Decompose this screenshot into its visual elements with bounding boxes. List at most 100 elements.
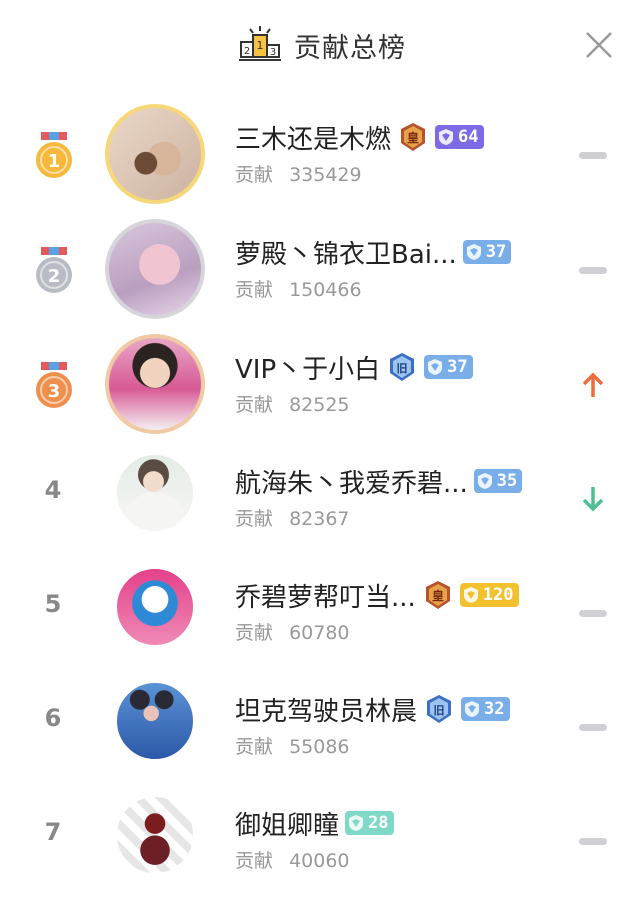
ranking-row[interactable]: 3 VIP丶于小白 旧 37 贡献 82525 (0, 322, 640, 436)
avatar[interactable] (113, 565, 197, 649)
user-name[interactable]: 航海朱丶我爱乔碧... (235, 463, 468, 500)
user-name[interactable]: 坦克驾驶员林晨 (235, 691, 417, 728)
fan-badge-icon: 旧 (390, 353, 415, 381)
rank-number: 7 (44, 818, 62, 846)
crown-icon: 皇 (401, 123, 426, 151)
contribution-label: 贡献 (235, 394, 274, 416)
user-name-line: 萝殿丶锦衣卫Bai... 37 (235, 234, 512, 271)
level-value: 32 (484, 699, 505, 719)
svg-text:皇: 皇 (432, 588, 444, 603)
contribution-label: 贡献 (235, 508, 274, 530)
level-badge: 28 (345, 811, 394, 835)
user-name-line: 航海朱丶我爱乔碧... 35 (235, 463, 523, 500)
svg-text:皇: 皇 (407, 130, 419, 145)
rank-number: 6 (44, 704, 62, 732)
user-name-line: 三木还是木燃 皇 64 (235, 119, 484, 156)
ranking-row[interactable]: 5 乔碧萝帮叮当... 皇 120 贡献 60780 (0, 550, 640, 664)
level-value: 28 (368, 813, 389, 833)
ranking-list: 1 三木还是木燃 皇 64 贡献 335429 2 萝殿丶锦衣卫Bai... 3… (0, 92, 640, 892)
fan-badge-text: 旧 (434, 704, 445, 717)
contribution-label: 贡献 (235, 622, 274, 644)
podium-icon: 2 1 3 (239, 26, 281, 61)
level-value: 37 (485, 242, 507, 262)
crown-icon: 皇 (425, 581, 450, 609)
contribution-label: 贡献 (235, 850, 274, 872)
shield-icon (477, 473, 492, 489)
rank-number: 3 (48, 381, 61, 402)
dash-icon (579, 610, 607, 617)
contribution-value: 82367 (289, 508, 350, 530)
medal-icon: 2 (36, 247, 72, 293)
contribution-label: 贡献 (235, 279, 274, 301)
level-badge: 32 (461, 697, 510, 721)
contribution: 贡献 150466 (235, 275, 362, 302)
shield-icon (465, 701, 480, 717)
shield-icon (349, 815, 364, 831)
contribution: 贡献 82525 (235, 390, 350, 417)
contribution-value: 82525 (289, 394, 350, 416)
contribution-value: 60780 (289, 622, 350, 644)
ranking-row[interactable]: 7 御姐卿瞳 28 贡献 40060 (0, 778, 640, 892)
level-value: 35 (496, 471, 518, 491)
level-badge: 120 (459, 583, 519, 607)
level-badge: 64 (435, 125, 484, 149)
medal-icon: 3 (36, 362, 72, 408)
user-name[interactable]: 乔碧萝帮叮当... (235, 577, 416, 614)
rank-number: 5 (44, 590, 62, 618)
rank-number: 1 (48, 151, 61, 172)
close-icon[interactable] (582, 28, 616, 62)
arrow-down-icon (582, 487, 604, 512)
shield-icon (463, 587, 478, 603)
medal-icon: 1 (36, 132, 72, 178)
level-value: 120 (482, 585, 514, 605)
fan-badge-text: 旧 (397, 362, 408, 375)
shield-icon (466, 244, 481, 260)
level-badge: 37 (424, 355, 473, 379)
user-name-line: 乔碧萝帮叮当... 皇 120 (235, 577, 519, 614)
contribution-label: 贡献 (235, 164, 274, 186)
ranking-row[interactable]: 6 坦克驾驶员林晨 旧 32 贡献 55086 (0, 664, 640, 778)
contribution: 贡献 40060 (235, 846, 350, 873)
rank-number: 4 (44, 476, 62, 504)
dash-icon (579, 152, 607, 159)
contribution: 贡献 55086 (235, 732, 350, 759)
ranking-row[interactable]: 1 三木还是木燃 皇 64 贡献 335429 (0, 92, 640, 207)
contribution-value: 335429 (289, 164, 362, 186)
ranking-row[interactable]: 4 航海朱丶我爱乔碧... 35 贡献 82367 (0, 436, 640, 550)
contribution-label: 贡献 (235, 736, 274, 758)
contribution: 贡献 60780 (235, 618, 350, 645)
fan-badge-icon: 旧 (427, 695, 452, 723)
user-name-line: 御姐卿瞳 28 (235, 805, 394, 842)
user-name[interactable]: 三木还是木燃 (235, 119, 391, 156)
user-name[interactable]: 御姐卿瞳 (235, 805, 339, 842)
shield-icon (428, 359, 443, 375)
avatar[interactable] (113, 679, 197, 763)
header: 2 1 3 贡献总榜 (0, 0, 640, 92)
contribution-value: 55086 (289, 736, 350, 758)
avatar[interactable] (105, 334, 205, 434)
user-name[interactable]: 萝殿丶锦衣卫Bai... (235, 234, 457, 271)
level-badge: 35 (473, 469, 523, 493)
level-badge: 37 (462, 240, 512, 264)
dash-icon (579, 267, 607, 274)
contribution-value: 40060 (289, 850, 350, 872)
avatar[interactable] (113, 793, 197, 877)
podium-digit-1: 1 (257, 39, 264, 52)
user-name[interactable]: VIP丶于小白 (235, 349, 380, 386)
dash-icon (579, 838, 607, 845)
level-value: 64 (458, 127, 479, 147)
contribution: 贡献 82367 (235, 504, 350, 531)
user-name-line: VIP丶于小白 旧 37 (235, 349, 473, 386)
podium-digit-2: 2 (244, 46, 250, 57)
ranking-row[interactable]: 2 萝殿丶锦衣卫Bai... 37 贡献 150466 (0, 207, 640, 322)
rank-number: 2 (48, 266, 61, 287)
avatar[interactable] (113, 451, 197, 535)
avatar[interactable] (105, 219, 205, 319)
podium-digit-3: 3 (270, 47, 276, 58)
title-group: 2 1 3 贡献总榜 (238, 22, 406, 68)
dash-icon (579, 724, 607, 731)
contribution-value: 150466 (289, 279, 362, 301)
arrow-up-icon (582, 372, 604, 397)
user-name-line: 坦克驾驶员林晨 旧 32 (235, 691, 510, 728)
avatar[interactable] (105, 104, 205, 204)
